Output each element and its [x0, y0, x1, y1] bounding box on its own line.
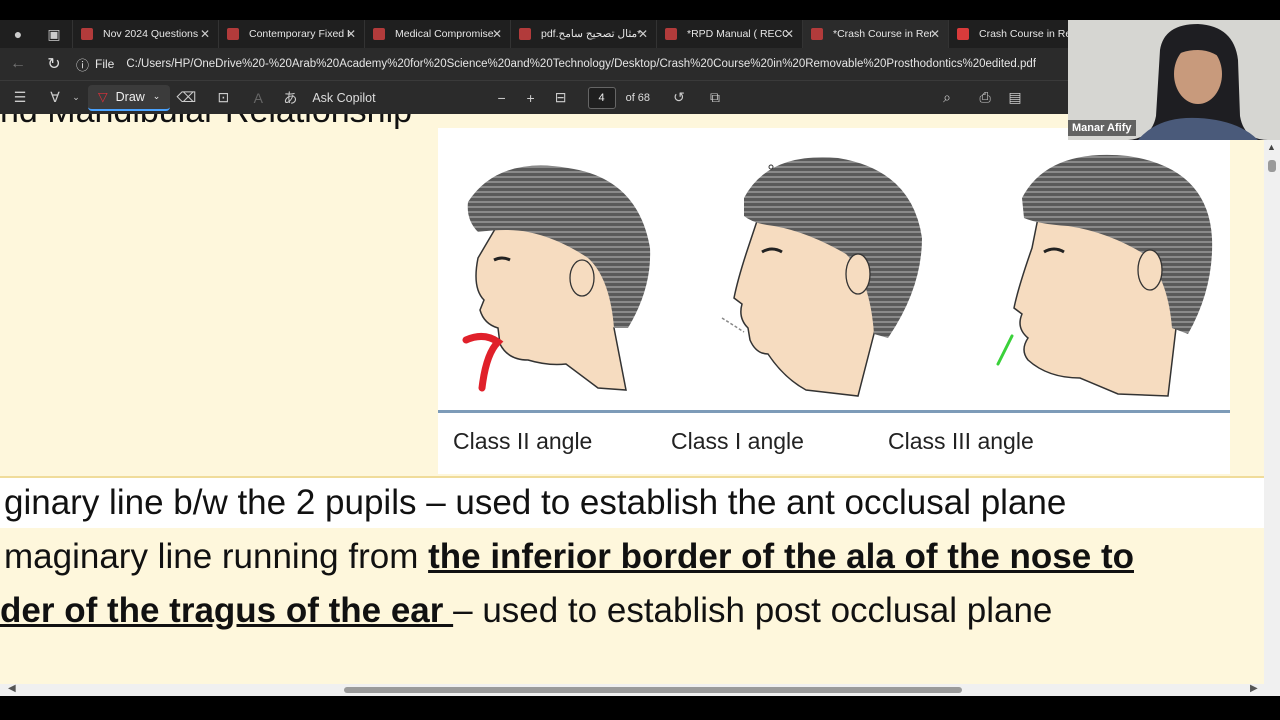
- pdf-icon: [811, 28, 823, 40]
- scroll-left-icon[interactable]: ◀: [8, 683, 16, 694]
- class-iii-head: [1013, 154, 1213, 397]
- address-bar: ← ↻ ⓘ File C:/Users/HP/OneDrive%20-%20Ar…: [0, 48, 1068, 80]
- figure-divider: [438, 410, 1230, 413]
- vertical-scrollbar[interactable]: ▲: [1264, 140, 1280, 684]
- page-number-input[interactable]: [587, 86, 616, 109]
- text-plain: – used to establish post occlusal plane: [453, 591, 1053, 630]
- close-icon[interactable]: ✕: [200, 27, 210, 41]
- tab-5-active[interactable]: *Crash Course in Rem ✕: [802, 20, 948, 48]
- text-line-pupils: ginary line b/w the 2 pupils – used to e…: [0, 476, 1264, 528]
- highlight-icon[interactable]: ∀: [40, 85, 70, 111]
- text-line-ala: maginary line running from the inferior …: [0, 532, 1134, 582]
- contents-icon[interactable]: ☰: [0, 85, 40, 111]
- pdf-page: nd Mandibular Relationship: [0, 114, 1264, 684]
- tab-actions-icon[interactable]: ▣: [42, 22, 66, 46]
- text-line-tragus: der of the tragus of the ear – used to e…: [0, 586, 1052, 636]
- close-icon[interactable]: ✕: [492, 27, 502, 41]
- pdf-icon: [957, 28, 969, 40]
- draw-button[interactable]: ▽ Draw ⌄: [88, 84, 171, 111]
- pdf-icon: [227, 28, 239, 40]
- close-icon[interactable]: ✕: [638, 27, 648, 41]
- green-annotation-mark: [996, 334, 1014, 366]
- pdf-icon: [665, 28, 677, 40]
- scroll-up-icon[interactable]: ▲: [1267, 142, 1276, 152]
- read-aloud-icon[interactable]: A: [244, 85, 272, 111]
- class-ii-head: [467, 165, 651, 391]
- file-label: File: [95, 57, 115, 71]
- draw-label: Draw: [115, 89, 145, 104]
- vertical-scroll-thumb[interactable]: [1268, 160, 1276, 172]
- caption-class-iii: Class III angle: [888, 428, 1034, 454]
- horizontal-scrollbar[interactable]: ◀ ▶: [0, 683, 1280, 696]
- pdf-toolbar: ☰ ∀ ⌄ ▽ Draw ⌄ ⌫ ⊡ A あ Ask Copilot − + ⊟…: [0, 80, 1068, 114]
- search-icon[interactable]: ⌕: [932, 85, 962, 111]
- text-plain: maginary line running from: [4, 537, 429, 576]
- tab-6[interactable]: Crash Course in Rem: [948, 20, 1068, 48]
- tab-1[interactable]: Contemporary Fixed P ✕: [218, 20, 364, 48]
- red-annotation-mark: [462, 333, 504, 392]
- print-icon[interactable]: ⎙: [970, 85, 1000, 111]
- translate-icon[interactable]: あ: [272, 85, 308, 111]
- chevron-down-icon[interactable]: ⌄: [70, 85, 82, 111]
- page-view-icon[interactable]: ⧉: [700, 85, 730, 111]
- profile-figure: Class II angle Class I angle Class III a…: [438, 128, 1230, 474]
- slide-heading: nd Mandibular Relationship: [0, 114, 412, 131]
- tab-4[interactable]: *RPD Manual ( RECON ✕: [656, 20, 802, 48]
- class-profiles-illustration: [462, 154, 1213, 397]
- presenter-name: Manar Afify: [1068, 120, 1136, 136]
- caption-class-i: Class I angle: [671, 428, 804, 454]
- text-box-icon[interactable]: ⊡: [202, 85, 244, 111]
- cursor-dot: [768, 164, 774, 170]
- scroll-right-icon[interactable]: ▶: [1250, 683, 1258, 694]
- info-icon[interactable]: ⓘ: [76, 55, 89, 74]
- back-icon[interactable]: ←: [0, 55, 36, 73]
- close-icon[interactable]: ✕: [930, 27, 940, 41]
- text-bold-underline: the inferior border of the ala of the no…: [428, 537, 1134, 576]
- pdf-icon: [519, 28, 531, 40]
- close-icon[interactable]: ✕: [784, 27, 794, 41]
- horizontal-scroll-thumb[interactable]: [344, 687, 962, 693]
- ask-copilot-button[interactable]: Ask Copilot: [312, 91, 375, 105]
- zoom-in-icon[interactable]: +: [516, 85, 546, 111]
- zoom-out-icon[interactable]: −: [488, 85, 516, 111]
- page-total: of 68: [625, 91, 651, 104]
- eraser-icon[interactable]: ⌫: [170, 85, 202, 111]
- webcam-video: Manar Afify: [1068, 20, 1280, 140]
- caption-class-ii: Class II angle: [453, 428, 593, 454]
- tab-0[interactable]: Nov 2024 Questions ✕: [72, 20, 218, 48]
- chevron-down-icon: ⌄: [152, 91, 161, 101]
- draw-icon: ▽: [98, 90, 108, 104]
- save-icon[interactable]: ▤: [1000, 85, 1030, 111]
- tab-3[interactable]: pdf.مثال تصحيح سامح* ✕: [510, 20, 656, 48]
- tab-2[interactable]: Medical Compromise ✕: [364, 20, 510, 48]
- rotate-icon[interactable]: ↺: [664, 85, 694, 111]
- url-field[interactable]: C:/Users/HP/OneDrive%20-%20Arab%20Academ…: [126, 58, 1036, 70]
- profile-icon[interactable]: ●: [6, 22, 30, 46]
- fit-page-icon[interactable]: ⊟: [546, 85, 576, 111]
- class-i-head: [721, 157, 922, 397]
- text-bold-underline: der of the tragus of the ear: [0, 591, 454, 630]
- tab-bar: ● ▣ Nov 2024 Questions ✕ Contemporary Fix…: [0, 20, 1068, 48]
- pdf-icon: [373, 28, 385, 40]
- close-icon[interactable]: ✕: [346, 27, 356, 41]
- refresh-icon[interactable]: ↻: [36, 54, 72, 74]
- pdf-icon: [81, 28, 93, 40]
